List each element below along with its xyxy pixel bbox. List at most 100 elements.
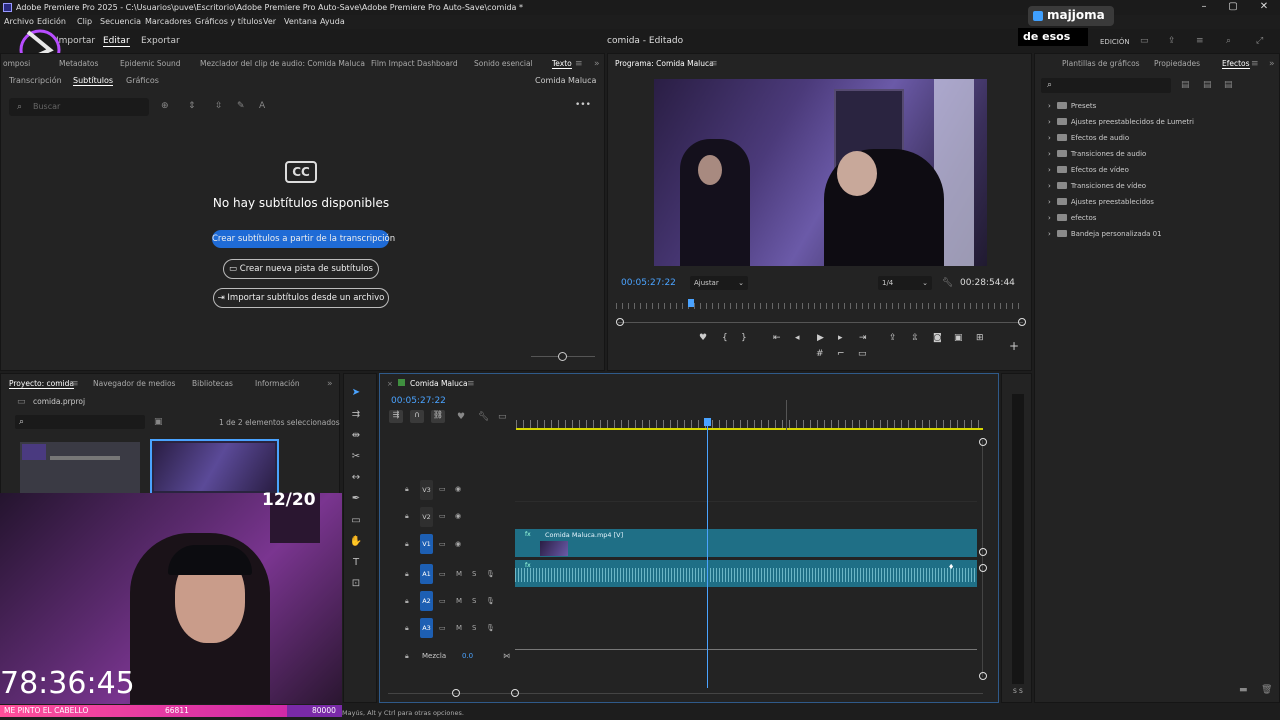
tab-metadatos[interactable]: Metadatos: [59, 59, 98, 68]
search-icon[interactable]: ⌕: [1226, 36, 1231, 46]
horizontal-scrollbar[interactable]: [388, 693, 983, 694]
eye-icon[interactable]: ◉: [455, 540, 461, 548]
subtab-subtitulos[interactable]: Subtítulos: [73, 76, 114, 86]
share-icon[interactable]: ⇪: [1168, 36, 1176, 46]
safe-margins-icon[interactable]: #: [816, 350, 824, 359]
lock-icon[interactable]: 🔒︎: [405, 597, 409, 606]
more-panels-icon[interactable]: »: [327, 380, 333, 389]
meter-solo-right[interactable]: S: [1019, 688, 1023, 695]
folder-bandeja[interactable]: › Bandeja personalizada 01: [1048, 230, 1162, 238]
sync-lock-icon[interactable]: ▭: [439, 570, 446, 578]
workspace-tab-editar[interactable]: Editar: [103, 36, 130, 47]
track-v2[interactable]: V2: [420, 507, 433, 527]
subtab-transcripcion[interactable]: Transcripción: [9, 76, 62, 85]
timeline-tab[interactable]: Comida Maluca: [410, 379, 468, 388]
compare-icon[interactable]: ▣: [954, 334, 963, 343]
minimize-icon[interactable]: –: [1196, 1, 1212, 12]
folder-transiciones-audio[interactable]: › Transiciones de audio: [1048, 150, 1146, 158]
workspace-label[interactable]: EDICIÓN: [1100, 38, 1130, 46]
scroll-start-handle[interactable]: [616, 318, 624, 326]
menu-graficos[interactable]: Gráficos y títulos: [195, 17, 263, 26]
sync-lock-icon[interactable]: ▭: [439, 540, 446, 548]
solo-button[interactable]: S: [472, 570, 476, 578]
program-ruler[interactable]: [616, 303, 1023, 309]
playhead-handle[interactable]: [704, 418, 711, 426]
lock-icon[interactable]: 🔒︎: [405, 570, 409, 579]
close-tab-icon[interactable]: ×: [387, 380, 393, 389]
menu-ayuda[interactable]: Ayuda: [320, 17, 345, 26]
zoom-end-handle[interactable]: [511, 689, 519, 697]
menu-marcadores[interactable]: Marcadores: [145, 17, 191, 26]
rectangle-tool-icon[interactable]: ▭: [348, 514, 364, 528]
sync-lock-icon[interactable]: ▭: [439, 624, 446, 632]
fullscreen-icon[interactable]: ⤢: [1256, 36, 1263, 46]
eye-icon[interactable]: ◉: [455, 512, 461, 520]
search-input[interactable]: ⌕ Buscar: [9, 98, 149, 116]
linked-selection-icon[interactable]: ⛓: [431, 410, 445, 423]
tab-sonido-esencial[interactable]: Sonido esencial: [474, 59, 533, 68]
mix-value[interactable]: 0.0: [462, 652, 473, 660]
sync-lock-icon[interactable]: ▭: [439, 512, 446, 520]
edit-icon[interactable]: ✎: [237, 102, 245, 111]
snap-icon[interactable]: ∩: [410, 410, 424, 423]
close-icon[interactable]: ✕: [1256, 1, 1272, 12]
yuv-effects-icon[interactable]: ▤: [1224, 81, 1233, 90]
effects-menu-icon[interactable]: ≡: [1251, 60, 1259, 69]
scroll-end-handle[interactable]: [1018, 318, 1026, 326]
video-clip-v1[interactable]: Comida Maluca.mp4 [V] fx: [515, 529, 977, 557]
add-caption-icon[interactable]: ⊕: [161, 102, 169, 111]
work-area-bar[interactable]: [516, 428, 983, 430]
menu-secuencia[interactable]: Secuencia: [100, 17, 141, 26]
solo-button[interactable]: S: [472, 624, 476, 632]
zoom-slider-handle[interactable]: [558, 352, 567, 361]
go-to-in-icon[interactable]: ⇤: [773, 334, 781, 343]
lift-icon[interactable]: ⇪: [889, 334, 897, 343]
tab-texto[interactable]: Texto: [552, 59, 572, 69]
wrench-icon[interactable]: 🔧︎: [478, 413, 489, 422]
new-caption-track-button[interactable]: ▭ Crear nueva pista de subtítulos: [223, 259, 379, 279]
tab-navegador[interactable]: Navegador de medios: [93, 379, 175, 388]
go-to-out-icon[interactable]: ⇥: [859, 334, 867, 343]
solo-button[interactable]: S: [472, 597, 476, 605]
track-a1[interactable]: A1: [420, 564, 433, 584]
auto-reframe-tool-icon[interactable]: ⊡: [348, 577, 364, 591]
vertical-scrollbar[interactable]: [982, 440, 983, 677]
folder-efectos[interactable]: › efectos: [1048, 214, 1096, 222]
sync-lock-icon[interactable]: ▭: [439, 597, 446, 605]
type-tool-icon[interactable]: T: [348, 556, 364, 570]
folder-transiciones-video[interactable]: › Transiciones de vídeo: [1048, 182, 1146, 190]
project-menu-icon[interactable]: ≡: [71, 380, 79, 389]
project-thumbnail-2[interactable]: [150, 439, 279, 495]
wrench-icon[interactable]: 🔧︎: [942, 279, 953, 288]
resolution-dropdown[interactable]: 1/4 ⌄: [878, 276, 932, 290]
captions-icon[interactable]: ▭: [498, 413, 507, 422]
lock-icon[interactable]: 🔒︎: [405, 512, 409, 521]
project-thumbnail-1[interactable]: [20, 442, 140, 494]
trash-icon[interactable]: 🗑︎: [1261, 686, 1272, 695]
microphone-icon[interactable]: 🎙︎: [486, 570, 495, 578]
split-caption-icon[interactable]: ⇕: [188, 102, 196, 111]
lock-icon[interactable]: 🔒︎: [405, 624, 409, 633]
tab-plantillas[interactable]: Plantillas de gráficos: [1062, 59, 1140, 68]
timeline-menu-icon[interactable]: ≡: [467, 380, 475, 389]
lock-icon[interactable]: 🔒︎: [405, 540, 409, 549]
mute-button[interactable]: M: [456, 570, 462, 578]
zoom-start-handle[interactable]: [452, 689, 460, 697]
mix-end-icon[interactable]: ⋈: [503, 652, 510, 660]
step-back-icon[interactable]: ◂: [795, 334, 800, 343]
program-playhead[interactable]: [688, 299, 694, 307]
mark-out-icon[interactable]: }: [741, 334, 747, 343]
pen-tool-icon[interactable]: ✒: [348, 492, 364, 506]
folder-efectos-audio[interactable]: › Efectos de audio: [1048, 134, 1129, 142]
mark-in-icon[interactable]: {: [722, 334, 728, 343]
program-scrollbar[interactable]: [618, 322, 1023, 323]
step-forward-icon[interactable]: ▸: [838, 334, 843, 343]
multicam-icon[interactable]: ⊞: [976, 334, 984, 343]
track-select-tool-icon[interactable]: ⇉: [348, 408, 364, 422]
audio-clip-a1[interactable]: fx ♦: [515, 560, 977, 587]
add-marker-icon[interactable]: ♥: [699, 334, 707, 343]
timeline-timecode[interactable]: 00:05:27:22: [391, 396, 446, 406]
scroll-handle[interactable]: [979, 672, 987, 680]
sync-lock-icon[interactable]: ▭: [439, 485, 446, 493]
folder-ajustes[interactable]: › Ajustes preestablecidos: [1048, 198, 1154, 206]
